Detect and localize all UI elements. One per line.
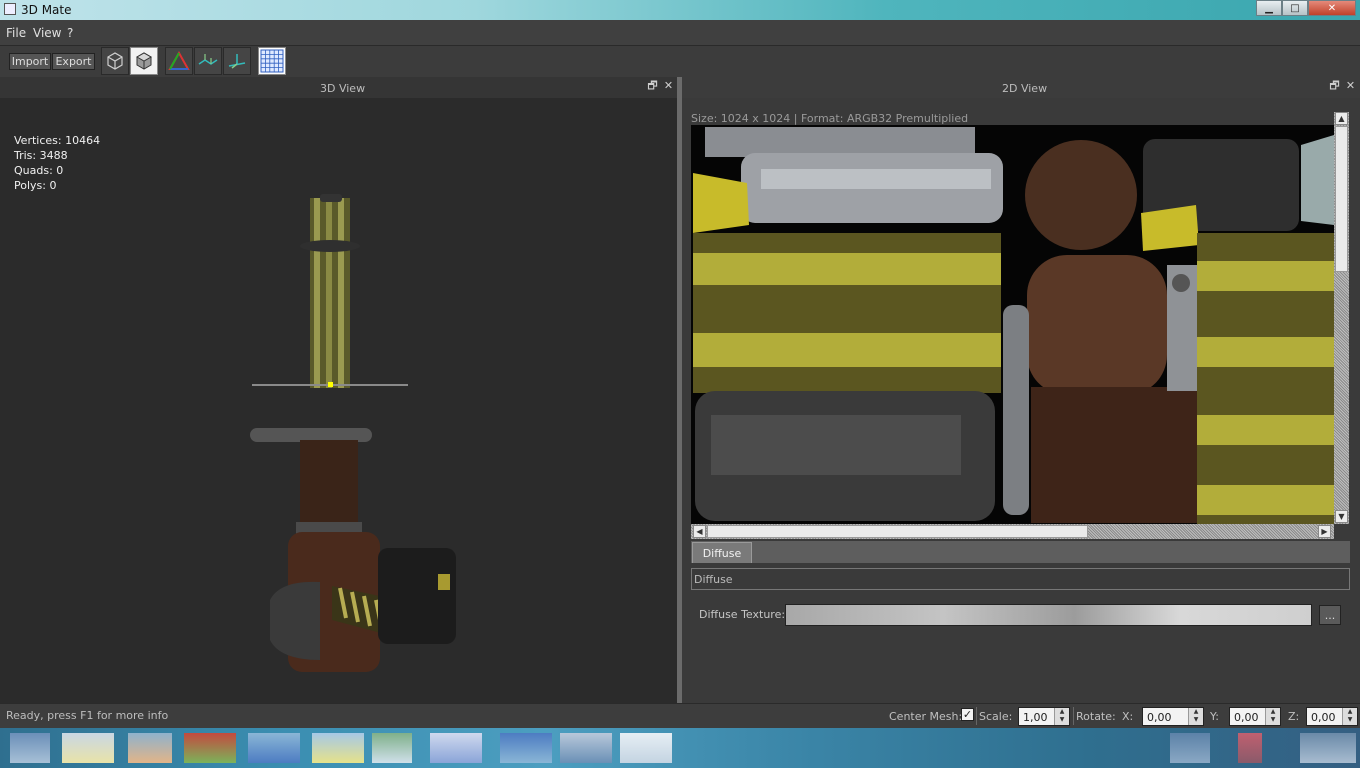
rotate-z-label: Z: <box>1288 710 1300 723</box>
scale-spinbox[interactable]: 1,00 ▲ ▼ <box>1018 707 1070 726</box>
app-icon <box>4 3 16 15</box>
spin-arrows-icon[interactable]: ▲ ▼ <box>1265 708 1280 725</box>
view2d-title: 2D View <box>1002 82 1048 95</box>
title-bar <box>0 0 1360 20</box>
diffuse-group-title: Diffuse <box>694 573 733 586</box>
grid-icon[interactable] <box>258 47 286 75</box>
taskbar-app-icon[interactable] <box>372 733 412 763</box>
view3d-title: 3D View <box>320 82 366 95</box>
weapon-model-render <box>250 194 456 672</box>
texture-preview[interactable] <box>691 125 1334 524</box>
scroll-right-icon[interactable]: ▶ <box>1318 525 1331 538</box>
rotate-x-value: 0,00 <box>1147 711 1172 724</box>
stat-vertices: Vertices: 10464 <box>14 134 101 147</box>
view2d-float-icon[interactable]: 🗗 <box>1329 80 1340 91</box>
solid-cube-icon[interactable] <box>130 47 158 75</box>
status-separator <box>1073 707 1074 725</box>
spin-arrows-icon[interactable]: ▲ ▼ <box>1188 708 1203 725</box>
texture-size-info: Size: 1024 x 1024 | Format: ARGB32 Premu… <box>691 112 969 125</box>
texture-vertical-scroll-thumb[interactable] <box>1335 126 1348 272</box>
material-tab-strip <box>691 541 1350 563</box>
spin-arrows-icon[interactable]: ▲ ▼ <box>1342 708 1357 725</box>
taskbar-app-icon[interactable] <box>248 733 300 763</box>
maximize-button[interactable]: □ <box>1282 0 1308 16</box>
taskbar-app-icon[interactable] <box>312 733 364 763</box>
view3d-close-icon[interactable]: ✕ <box>663 80 674 91</box>
scale-label: Scale: <box>979 710 1013 723</box>
taskbar-app-icon[interactable] <box>620 733 672 763</box>
rotate-z-value: 0,00 <box>1311 711 1336 724</box>
tray-icon[interactable] <box>1170 733 1210 763</box>
taskbar-start-icon[interactable] <box>10 733 50 763</box>
rotate-y-spinbox[interactable]: 0,00 ▲ ▼ <box>1229 707 1281 726</box>
rotate-y-label: Y: <box>1210 710 1219 723</box>
color-triangle-icon[interactable] <box>165 47 193 75</box>
window-title: 3D Mate <box>21 3 72 17</box>
stat-polys: Polys: 0 <box>14 179 57 192</box>
taskbar-app-icon[interactable] <box>184 733 236 763</box>
minimize-button[interactable]: ▁ <box>1256 0 1282 16</box>
tray-icon[interactable] <box>1238 733 1262 763</box>
taskbar-app-icon[interactable] <box>430 733 482 763</box>
menu-file[interactable]: File <box>6 26 26 40</box>
menu-bar <box>0 20 1360 46</box>
rotate-z-spinbox[interactable]: 0,00 ▲ ▼ <box>1306 707 1358 726</box>
rotate-y-value: 0,00 <box>1234 711 1259 724</box>
stat-quads: Quads: 0 <box>14 164 64 177</box>
export-button[interactable]: Export <box>52 53 95 70</box>
taskbar-app-icon[interactable] <box>128 733 172 763</box>
axes-icon[interactable] <box>223 47 251 75</box>
center-mesh-label: Center Mesh: <box>889 710 963 723</box>
rotate-x-label: X: <box>1122 710 1134 723</box>
tray-clock[interactable] <box>1300 733 1356 763</box>
diffuse-texture-path-field[interactable] <box>785 604 1312 626</box>
scroll-left-icon[interactable]: ◀ <box>693 525 706 538</box>
view3d-float-icon[interactable]: 🗗 <box>647 80 658 91</box>
menu-help[interactable]: ? <box>67 26 73 40</box>
menu-view[interactable]: View <box>33 26 61 40</box>
taskbar-app-icon[interactable] <box>560 733 612 763</box>
status-message: Ready, press F1 for more info <box>6 709 169 722</box>
scale-value: 1,00 <box>1023 711 1048 724</box>
browse-texture-button[interactable]: ... <box>1319 605 1341 625</box>
diffuse-group-box <box>691 568 1350 590</box>
rotate-x-spinbox[interactable]: 0,00 ▲ ▼ <box>1142 707 1204 726</box>
rotate-label: Rotate: <box>1076 710 1116 723</box>
scroll-down-icon[interactable]: ▼ <box>1335 510 1348 523</box>
view2d-close-icon[interactable]: ✕ <box>1345 80 1356 91</box>
wireframe-cube-icon[interactable] <box>101 47 129 75</box>
taskbar-app-icon[interactable] <box>62 733 114 763</box>
normals-icon[interactable] <box>194 47 222 75</box>
import-button[interactable]: Import <box>9 53 51 70</box>
scroll-up-icon[interactable]: ▲ <box>1335 112 1348 125</box>
status-separator <box>976 707 977 725</box>
stat-tris: Tris: 3488 <box>14 149 68 162</box>
diffuse-texture-label: Diffuse Texture: <box>699 608 786 621</box>
tab-diffuse[interactable]: Diffuse <box>692 542 752 563</box>
center-mesh-checkbox[interactable]: ✓ <box>961 708 974 721</box>
texture-horizontal-scroll-thumb[interactable] <box>707 525 1088 538</box>
taskbar-app-icon[interactable] <box>500 733 552 763</box>
spin-arrows-icon[interactable]: ▲ ▼ <box>1054 708 1069 725</box>
close-button[interactable]: ✕ <box>1308 0 1356 16</box>
